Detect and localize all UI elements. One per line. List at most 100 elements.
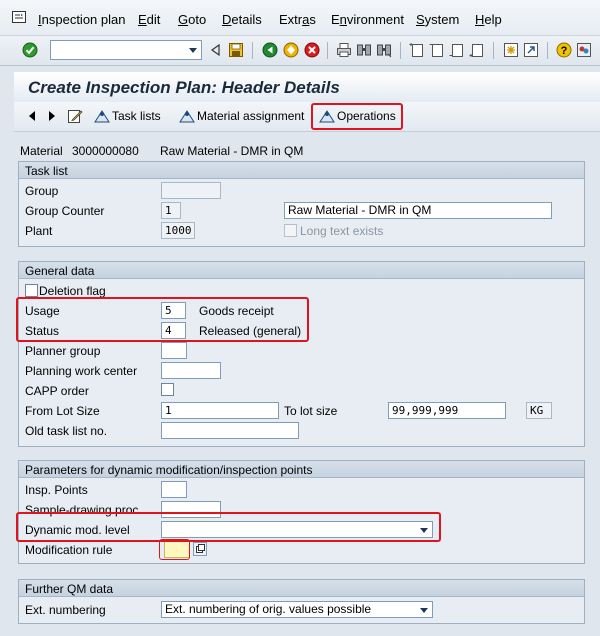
further-qm-data-group: Further QM data Ext. numbering Ext. numb…: [18, 579, 585, 624]
task-list-group: Task list Group Group Counter 1 Raw Mate…: [18, 161, 585, 247]
menu-label: s: [309, 12, 316, 27]
menu-mnemonic: H: [475, 12, 485, 27]
help-icon[interactable]: ?: [556, 42, 572, 58]
general-data-group-title: General data: [19, 262, 584, 279]
usage-status-highlight: [16, 297, 309, 342]
menu-mnemonic: n: [339, 12, 347, 27]
plant-label: Plant: [25, 224, 53, 238]
menu-label: etails: [231, 12, 262, 27]
task-list-description-field[interactable]: Raw Material - DMR in QM: [284, 202, 552, 219]
chevron-down-icon[interactable]: [185, 41, 201, 59]
material-label: Material: [20, 144, 63, 158]
toolbar-separator: [547, 42, 548, 59]
menu-details[interactable]: Details: [222, 12, 262, 27]
further-qm-data-group-title: Further QM data: [19, 580, 584, 597]
cancel-icon[interactable]: [304, 42, 320, 58]
insp-points-field[interactable]: [161, 481, 187, 498]
ext-numbering-dropdown[interactable]: Ext. numbering of orig. values possible: [161, 601, 433, 618]
menu-label: Extr: [279, 12, 303, 27]
first-page-icon[interactable]: [409, 42, 425, 58]
group-counter-field[interactable]: 1: [161, 202, 181, 219]
menu-mnemonic: E: [138, 12, 147, 27]
old-task-list-label: Old task list no.: [25, 424, 108, 438]
menu-label: E: [331, 12, 340, 27]
title-bar: Create Inspection Plan: Header Details: [14, 72, 600, 102]
planning-work-center-label: Planning work center: [25, 364, 138, 378]
material-assignment-label: Material assignment: [197, 109, 305, 123]
find-next-icon[interactable]: [376, 42, 392, 58]
deletion-flag-label: Deletion flag: [39, 284, 106, 298]
menu-label: ystem: [424, 12, 460, 27]
find-icon[interactable]: [356, 42, 372, 58]
toolbar-separator: [400, 42, 401, 59]
value-help-icon[interactable]: [193, 542, 207, 556]
menu-mnemonic: S: [416, 12, 425, 27]
back-icon[interactable]: [262, 42, 278, 58]
modification-rule-label: Modification rule: [25, 543, 113, 557]
customize-layout-icon[interactable]: [576, 42, 592, 58]
to-lot-size-field[interactable]: 99,999,999: [388, 402, 506, 419]
old-task-list-field[interactable]: [161, 422, 299, 439]
material-assignment-button[interactable]: Material assignment: [179, 109, 304, 123]
material-number: 3000000080: [72, 144, 139, 158]
long-text-exists-checkbox: [284, 224, 297, 237]
exit-menu-icon[interactable]: [12, 11, 26, 23]
task-list-group-title: Task list: [19, 162, 584, 179]
modification-rule-highlight: [159, 539, 190, 560]
previous-screen-icon[interactable]: [27, 110, 37, 122]
command-field[interactable]: [50, 40, 202, 60]
previous-page-icon[interactable]: [429, 42, 445, 58]
page-title: Create Inspection Plan: Header Details: [28, 78, 340, 97]
task-list-icon: [94, 110, 110, 123]
toolbar-separator: [327, 42, 328, 59]
edit-pencil-icon[interactable]: [67, 108, 83, 124]
collapse-triangle-icon[interactable]: [208, 42, 224, 58]
menu-label: vironment: [346, 12, 404, 27]
menu-extras[interactable]: Extras: [279, 12, 316, 27]
standard-toolbar: ?: [0, 36, 600, 66]
group-counter-label: Group Counter: [25, 204, 105, 218]
menu-label: dit: [146, 12, 161, 27]
ext-numbering-value: Ext. numbering of orig. values possible: [165, 602, 372, 616]
from-lot-size-label: From Lot Size: [25, 404, 100, 418]
group-field[interactable]: [161, 182, 221, 199]
long-text-exists-label: Long text exists: [300, 224, 384, 238]
menu-label: oto: [188, 12, 207, 27]
dynamic-modification-group-title: Parameters for dynamic modification/insp…: [19, 461, 584, 478]
menu-system[interactable]: System: [416, 12, 459, 27]
create-session-icon[interactable]: [503, 42, 519, 58]
insp-points-label: Insp. Points: [25, 483, 88, 497]
menu-bar: Inspection plan Edit Goto Details Extras…: [0, 0, 600, 36]
print-icon[interactable]: [336, 42, 352, 58]
last-page-icon[interactable]: [469, 42, 485, 58]
planning-work-center-field[interactable]: [161, 362, 221, 379]
unit-field[interactable]: KG: [526, 402, 552, 419]
next-page-icon[interactable]: [449, 42, 465, 58]
task-lists-label: Task lists: [112, 109, 161, 123]
application-toolbar: Task lists Material assignment Operation…: [14, 102, 600, 132]
menu-edit[interactable]: Edit: [138, 12, 160, 27]
task-lists-button[interactable]: Task lists: [94, 109, 161, 123]
menu-inspection-plan[interactable]: Inspection plan: [38, 12, 125, 27]
save-icon[interactable]: [228, 42, 244, 58]
exit-icon[interactable]: [283, 42, 299, 58]
from-lot-size-field[interactable]: 1: [161, 402, 279, 419]
next-screen-icon[interactable]: [47, 110, 57, 122]
planner-group-field[interactable]: [161, 342, 187, 359]
deletion-flag-checkbox[interactable]: [25, 284, 38, 297]
to-lot-size-label: To lot size: [284, 404, 338, 418]
menu-help[interactable]: Help: [475, 12, 502, 27]
toolbar-separator: [252, 42, 253, 59]
operations-highlight: [311, 103, 403, 130]
menu-label: elp: [484, 12, 502, 27]
enter-checkmark-icon[interactable]: [22, 42, 38, 58]
menu-environment[interactable]: Environment: [331, 12, 404, 27]
chevron-down-icon: [420, 608, 428, 613]
menu-mnemonic: D: [222, 12, 232, 27]
capp-order-checkbox[interactable]: [161, 383, 174, 396]
planner-group-label: Planner group: [25, 344, 101, 358]
menu-goto[interactable]: Goto: [178, 12, 206, 27]
material-assignment-icon: [179, 110, 195, 123]
shortcut-icon[interactable]: [523, 42, 539, 58]
plant-field[interactable]: 1000: [161, 222, 195, 239]
